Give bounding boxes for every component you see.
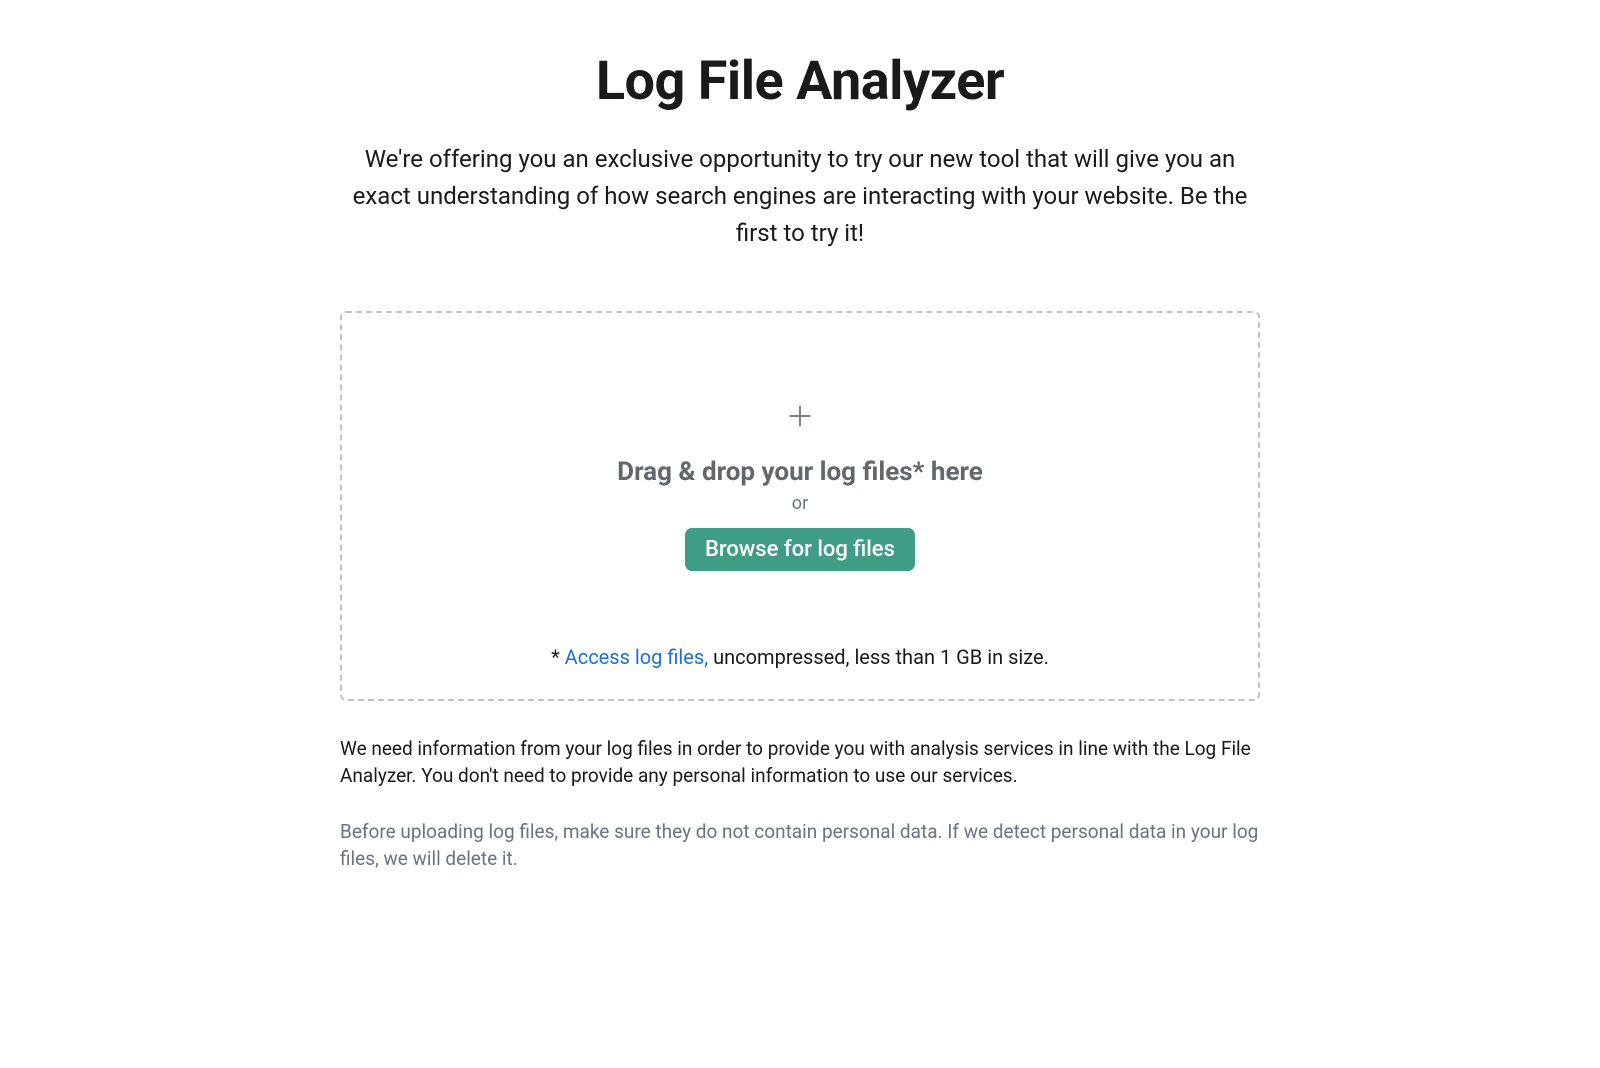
dropzone-content: Drag & drop your log files* here or Brow…	[617, 403, 983, 571]
page-subtitle: We're offering you an exclusive opportun…	[340, 141, 1260, 253]
file-dropzone[interactable]: Drag & drop your log files* here or Brow…	[340, 311, 1260, 701]
main-container: Log File Analyzer We're offering you an …	[340, 0, 1260, 873]
browse-files-button[interactable]: Browse for log files	[685, 528, 915, 571]
dropzone-heading: Drag & drop your log files* here	[617, 457, 983, 487]
footnote-prefix: *	[551, 645, 565, 669]
dropzone-footnote: * Access log files, uncompressed, less t…	[551, 645, 1049, 669]
disclaimer-secondary: Before uploading log files, make sure th…	[340, 818, 1260, 873]
dropzone-or-text: or	[792, 493, 808, 514]
plus-icon	[787, 403, 813, 429]
disclaimer-primary: We need information from your log files …	[340, 735, 1260, 790]
access-log-files-link[interactable]: Access log files,	[565, 645, 708, 669]
footnote-suffix: uncompressed, less than 1 GB in size.	[708, 645, 1049, 669]
page-title: Log File Analyzer	[340, 50, 1260, 113]
